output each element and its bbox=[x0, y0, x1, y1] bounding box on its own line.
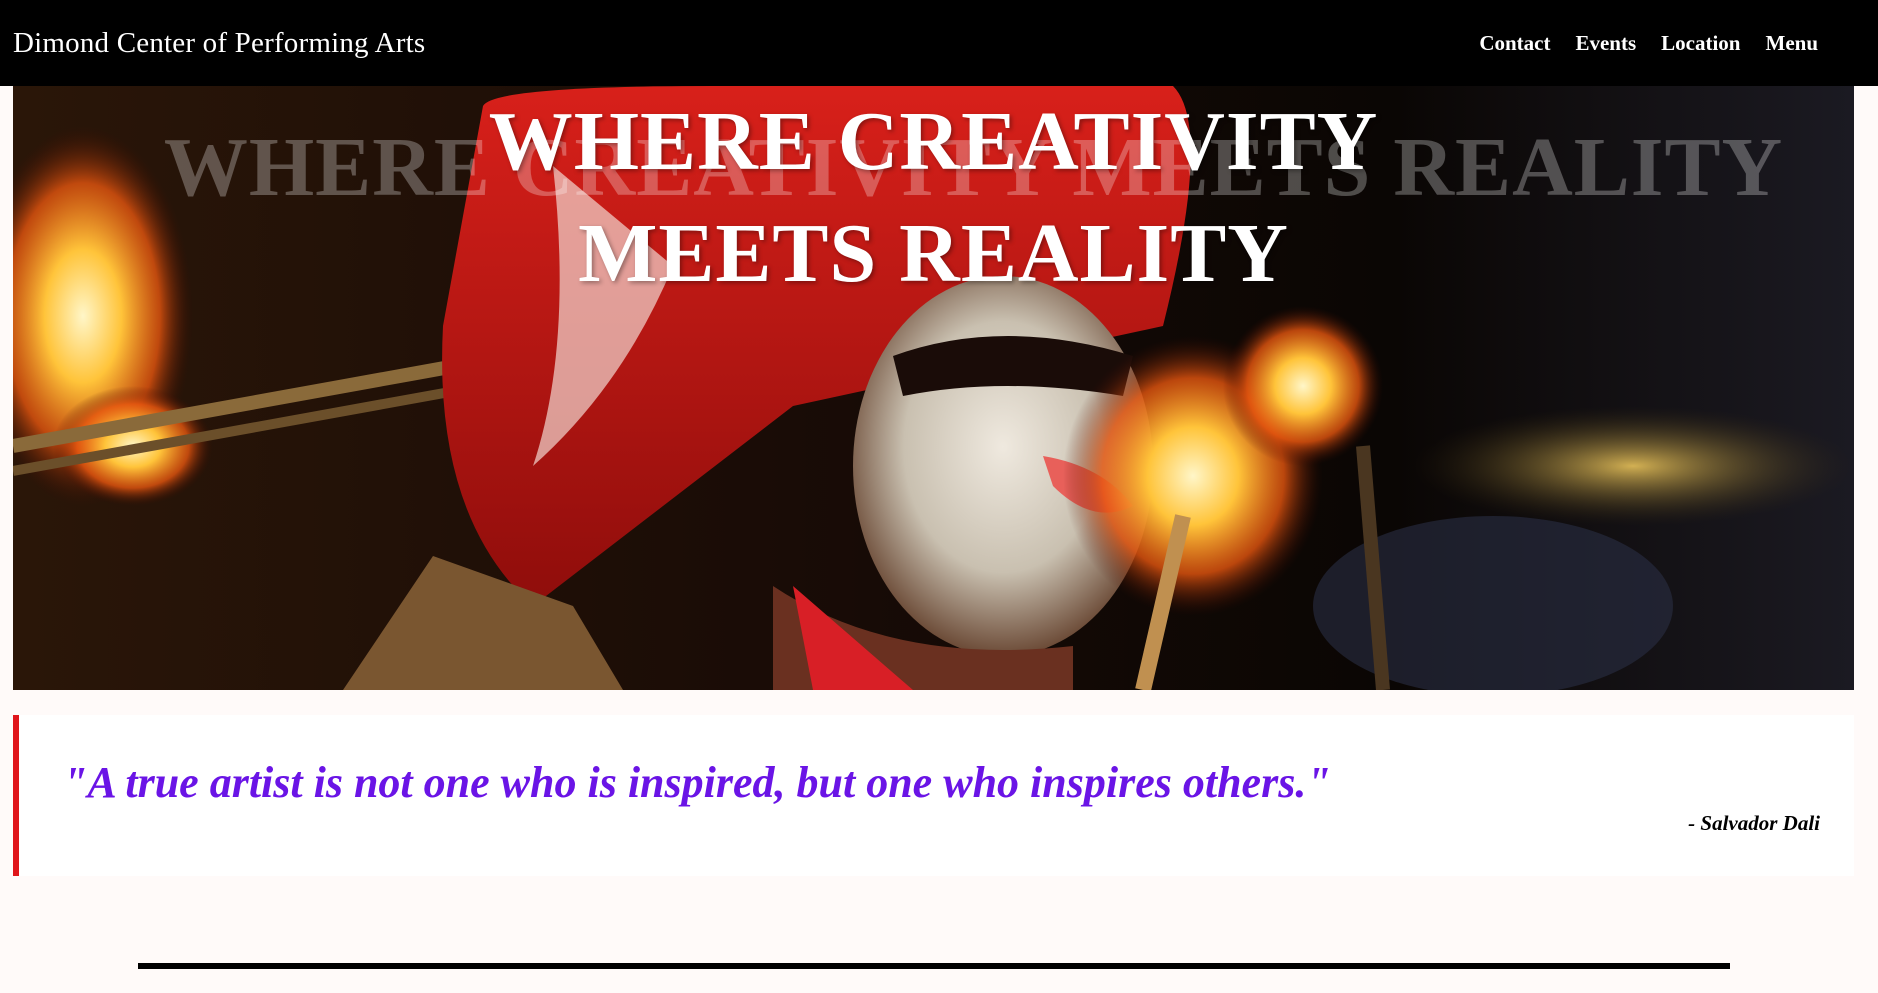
section-divider bbox=[138, 963, 1730, 969]
nav-link-contact[interactable]: Contact bbox=[1479, 31, 1550, 56]
hero-title: WHERE CREATIVITY MEETS REALITY bbox=[13, 86, 1854, 310]
nav-link-location[interactable]: Location bbox=[1661, 31, 1740, 56]
hero-title-line1: WHERE CREATIVITY bbox=[488, 95, 1379, 188]
quote-block: "A true artist is not one who is inspire… bbox=[13, 715, 1854, 876]
nav-links: Contact Events Location Menu bbox=[1479, 31, 1818, 56]
brand-link[interactable]: Dimond Center of Performing Arts bbox=[13, 27, 425, 60]
nav-link-events[interactable]: Events bbox=[1575, 31, 1636, 56]
quote-author: - Salvador Dali bbox=[1688, 811, 1820, 835]
nav-link-menu[interactable]: Menu bbox=[1766, 31, 1819, 56]
quote-text: "A true artist is not one who is inspire… bbox=[63, 758, 1331, 807]
top-navbar: Dimond Center of Performing Arts Contact… bbox=[0, 0, 1878, 86]
hero-banner: WHERE CREATIVITY MEETS REALITY WHERE CRE… bbox=[13, 86, 1854, 690]
hero-title-line2: MEETS REALITY bbox=[578, 207, 1289, 300]
